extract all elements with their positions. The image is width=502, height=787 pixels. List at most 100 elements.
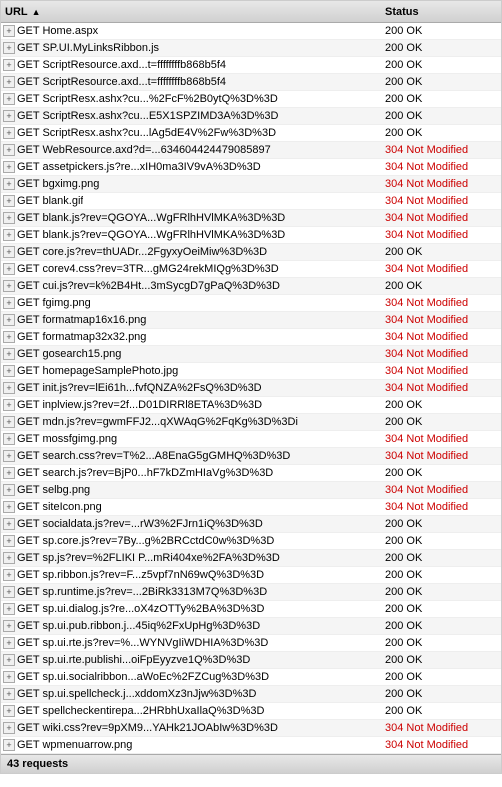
expand-button[interactable]: + [3, 535, 15, 547]
expand-button[interactable]: + [3, 42, 15, 54]
expand-button[interactable]: + [3, 467, 15, 479]
expand-button[interactable]: + [3, 59, 15, 71]
table-row[interactable]: +GET sp.runtime.js?rev=...2BiRk3313M7Q%3… [1, 584, 501, 601]
table-row[interactable]: +GET ScriptResx.ashx?cu...lAg5dE4V%2Fw%3… [1, 125, 501, 142]
expand-button[interactable]: + [3, 331, 15, 343]
table-row[interactable]: +GET wpmenuarrow.png304 Not Modified [1, 737, 501, 754]
expand-button[interactable]: + [3, 76, 15, 88]
table-row[interactable]: +GET mdn.js?rev=gwmFFJ2...qXWAqG%2FqKg%3… [1, 414, 501, 431]
table-row[interactable]: +GET sp.js?rev=%2FLIKI P...mRi404xe%2FA%… [1, 550, 501, 567]
table-row[interactable]: +GET cui.js?rev=k%2B4Ht...3mSycgD7gPaQ%3… [1, 278, 501, 295]
table-row[interactable]: +GET WebResource.axd?d=...63460442447908… [1, 142, 501, 159]
status-text: 200 OK [381, 93, 501, 105]
expand-button[interactable]: + [3, 620, 15, 632]
expand-button[interactable]: + [3, 399, 15, 411]
table-row[interactable]: +GET homepageSamplePhoto.jpg304 Not Modi… [1, 363, 501, 380]
url-text: GET gosearch15.png [17, 348, 121, 360]
table-row[interactable]: +GET inplview.js?rev=2f...D01DIRRl8ETA%3… [1, 397, 501, 414]
table-row[interactable]: +GET search.js?rev=BjP0...hF7kDZmHIaVg%3… [1, 465, 501, 482]
table-row[interactable]: +GET siteIcon.png304 Not Modified [1, 499, 501, 516]
expand-button[interactable]: + [3, 195, 15, 207]
table-row[interactable]: +GET assetpickers.js?re...xIH0ma3IV9vA%3… [1, 159, 501, 176]
status-text: 304 Not Modified [381, 212, 501, 224]
expand-button[interactable]: + [3, 569, 15, 581]
table-row[interactable]: +GET core.js?rev=thUADr...2FgyxyOeiMiw%3… [1, 244, 501, 261]
table-row[interactable]: +GET gosearch15.png304 Not Modified [1, 346, 501, 363]
expand-button[interactable]: + [3, 603, 15, 615]
expand-button[interactable]: + [3, 501, 15, 513]
status-column-header: Status [381, 6, 501, 18]
expand-button[interactable]: + [3, 280, 15, 292]
table-row[interactable]: +GET blank.js?rev=QGOYA...WgFRlhHVlMKA%3… [1, 210, 501, 227]
expand-button[interactable]: + [3, 93, 15, 105]
expand-button[interactable]: + [3, 229, 15, 241]
url-text: GET blank.js?rev=QGOYA...WgFRlhHVlMKA%3D… [17, 212, 285, 224]
expand-button[interactable]: + [3, 433, 15, 445]
status-text: 304 Not Modified [381, 365, 501, 377]
expand-button[interactable]: + [3, 365, 15, 377]
status-text: 200 OK [381, 586, 501, 598]
table-row[interactable]: +GET selbg.png304 Not Modified [1, 482, 501, 499]
url-text: GET search.js?rev=BjP0...hF7kDZmHIaVg%3D… [17, 467, 273, 479]
expand-button[interactable]: + [3, 671, 15, 683]
table-row[interactable]: +GET sp.ui.pub.ribbon.j...45iq%2FxUpHg%3… [1, 618, 501, 635]
expand-button[interactable]: + [3, 450, 15, 462]
table-row[interactable]: +GET bgximg.png304 Not Modified [1, 176, 501, 193]
expand-button[interactable]: + [3, 25, 15, 37]
expand-button[interactable]: + [3, 586, 15, 598]
expand-button[interactable]: + [3, 246, 15, 258]
table-row[interactable]: +GET sp.ui.dialog.js?re...oX4zOTTy%2BA%3… [1, 601, 501, 618]
expand-button[interactable]: + [3, 263, 15, 275]
table-row[interactable]: +GET socialdata.js?rev=...rW3%2FJrn1iQ%3… [1, 516, 501, 533]
table-row[interactable]: +GET ScriptResource.axd...t=ffffffffb868… [1, 57, 501, 74]
table-row[interactable]: +GET corev4.css?rev=3TR...gMG24rekMIQg%3… [1, 261, 501, 278]
table-row[interactable]: +GET SP.UI.MyLinksRibbon.js200 OK [1, 40, 501, 57]
table-row[interactable]: +GET sp.ui.rte.js?rev=%...WYNVgIiWDHIA%3… [1, 635, 501, 652]
expand-button[interactable]: + [3, 127, 15, 139]
expand-button[interactable]: + [3, 144, 15, 156]
expand-button[interactable]: + [3, 212, 15, 224]
expand-button[interactable]: + [3, 654, 15, 666]
status-text: 304 Not Modified [381, 722, 501, 734]
expand-button[interactable]: + [3, 688, 15, 700]
expand-button[interactable]: + [3, 178, 15, 190]
expand-button[interactable]: + [3, 637, 15, 649]
table-row[interactable]: +GET spellcheckentirepa...2HRbhUxaIlaQ%3… [1, 703, 501, 720]
expand-button[interactable]: + [3, 416, 15, 428]
table-row[interactable]: +GET sp.ribbon.js?rev=F...z5vpf7nN69wQ%3… [1, 567, 501, 584]
expand-button[interactable]: + [3, 739, 15, 751]
status-text: 304 Not Modified [381, 314, 501, 326]
expand-button[interactable]: + [3, 348, 15, 360]
url-text: GET wiki.css?rev=9pXM9...YAHk21JOAbIw%3D… [17, 722, 278, 734]
table-row[interactable]: +GET blank.js?rev=QGOYA...WgFRlhHVlMKA%3… [1, 227, 501, 244]
table-row[interactable]: +GET formatmap16x16.png 304 Not Modified [1, 312, 501, 329]
table-row[interactable]: +GET ScriptResx.ashx?cu...E5X1SPZIMD3A%3… [1, 108, 501, 125]
expand-button[interactable]: + [3, 297, 15, 309]
expand-button[interactable]: + [3, 382, 15, 394]
expand-button[interactable]: + [3, 722, 15, 734]
table-row[interactable]: +GET sp.ui.spellcheck.j...xddomXz3nJjw%3… [1, 686, 501, 703]
table-row[interactable]: +GET sp.ui.rte.publishi...oiFpEyyzve1Q%3… [1, 652, 501, 669]
expand-button[interactable]: + [3, 552, 15, 564]
expand-button[interactable]: + [3, 518, 15, 530]
expand-button[interactable]: + [3, 314, 15, 326]
table-row[interactable]: +GET ScriptResource.axd...t=ffffffffb868… [1, 74, 501, 91]
status-text: 200 OK [381, 42, 501, 54]
expand-button[interactable]: + [3, 705, 15, 717]
table-row[interactable]: +GET init.js?rev=lEi61h...fvfQNZA%2FsQ%3… [1, 380, 501, 397]
table-row[interactable]: +GET blank.gif304 Not Modified [1, 193, 501, 210]
table-row[interactable]: +GET Home.aspx200 OK [1, 23, 501, 40]
table-row[interactable]: +GET ScriptResx.ashx?cu...%2FcF%2B0ytQ%3… [1, 91, 501, 108]
url-column-header[interactable]: URL ▲ [1, 6, 381, 18]
table-row[interactable]: +GET formatmap32x32.png304 Not Modified [1, 329, 501, 346]
url-text: GET formatmap16x16.png [17, 314, 146, 326]
table-row[interactable]: +GET search.css?rev=T%2...A8EnaG5gGMHQ%3… [1, 448, 501, 465]
table-row[interactable]: +GET sp.core.js?rev=7By...g%2BRCctdC0w%3… [1, 533, 501, 550]
expand-button[interactable]: + [3, 110, 15, 122]
table-row[interactable]: +GET mossfgimg.png304 Not Modified [1, 431, 501, 448]
table-row[interactable]: +GET wiki.css?rev=9pXM9...YAHk21JOAbIw%3… [1, 720, 501, 737]
table-row[interactable]: +GET sp.ui.socialribbon...aWoEc%2FZCug%3… [1, 669, 501, 686]
table-row[interactable]: +GET fgimg.png304 Not Modified [1, 295, 501, 312]
expand-button[interactable]: + [3, 484, 15, 496]
expand-button[interactable]: + [3, 161, 15, 173]
